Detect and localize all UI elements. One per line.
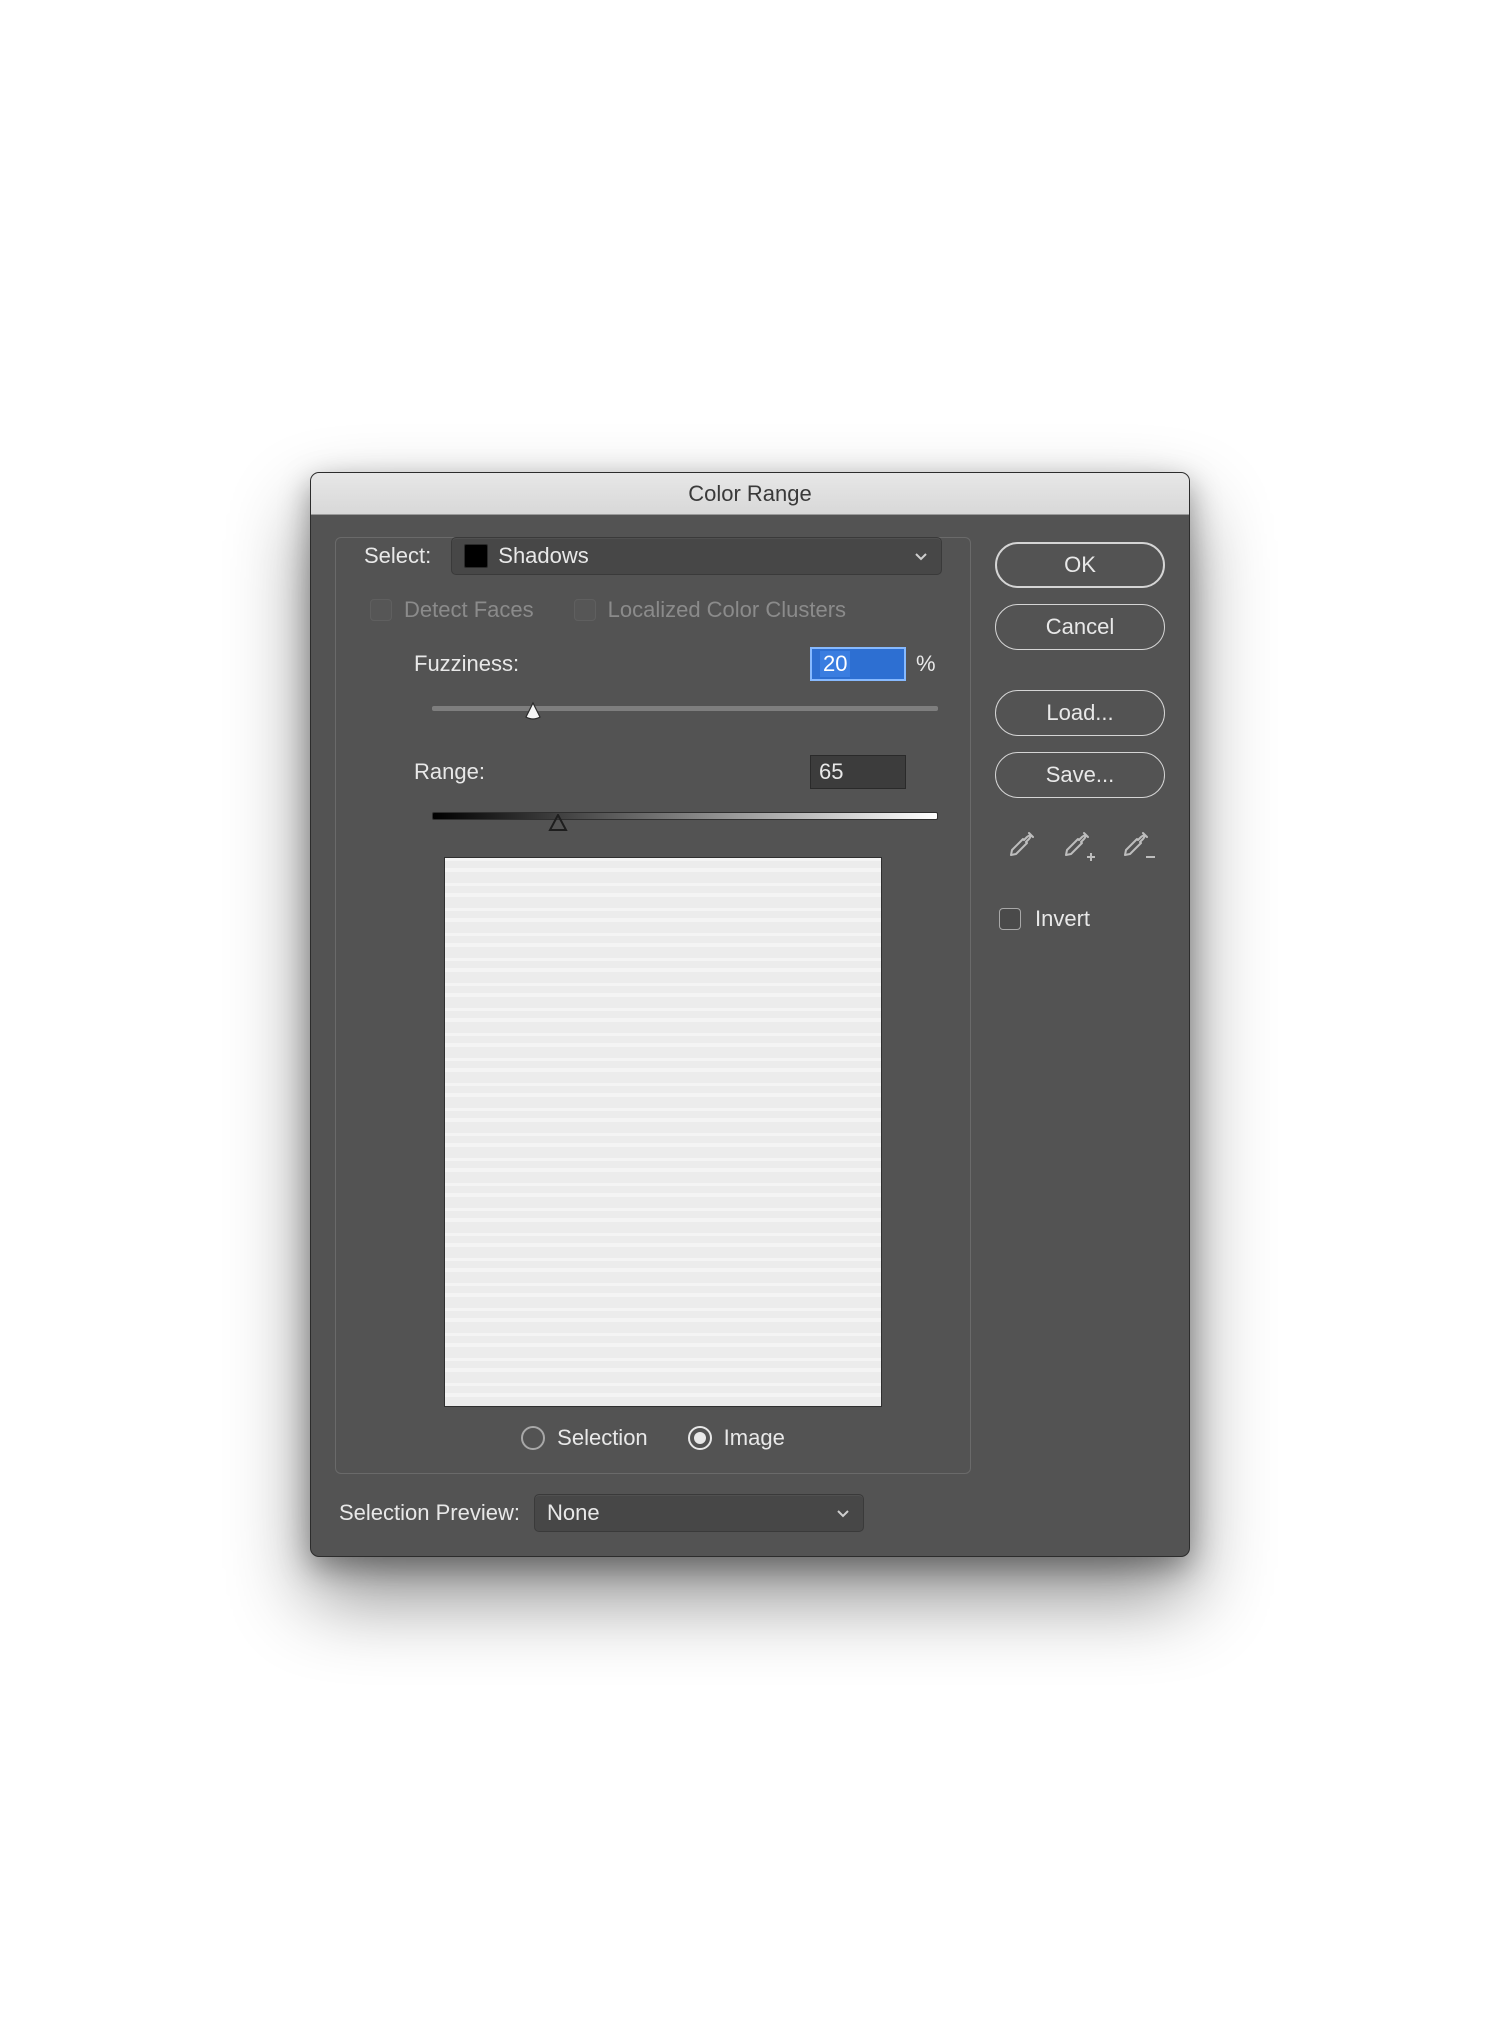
load-button[interactable]: Load... xyxy=(995,690,1165,736)
eyedropper-tool[interactable] xyxy=(999,826,1043,866)
range-label: Range: xyxy=(414,759,485,785)
select-swatch-icon xyxy=(464,544,488,568)
localized-clusters-checkbox: Localized Color Clusters xyxy=(574,597,846,623)
detect-faces-checkbox: Detect Faces xyxy=(370,597,534,623)
selection-preview-label: Selection Preview: xyxy=(339,1500,520,1526)
slider-thumb-icon xyxy=(548,814,568,832)
eyedropper-plus-icon xyxy=(1060,829,1100,863)
selection-preview-value: None xyxy=(547,1500,825,1526)
radio-off-icon xyxy=(521,1426,545,1450)
select-dropdown[interactable]: Shadows xyxy=(451,537,942,575)
selection-preview-dropdown[interactable]: None xyxy=(534,1494,864,1532)
invert-checkbox[interactable]: Invert xyxy=(995,906,1165,932)
ok-button[interactable]: OK xyxy=(995,542,1165,588)
image-radio[interactable]: Image xyxy=(688,1425,785,1451)
checkbox-icon xyxy=(370,599,392,621)
fuzziness-label: Fuzziness: xyxy=(414,651,519,677)
eyedropper-icon xyxy=(1004,829,1038,863)
invert-label: Invert xyxy=(1035,906,1090,932)
slider-thumb-icon xyxy=(523,701,543,721)
localized-clusters-label: Localized Color Clusters xyxy=(608,597,846,623)
checkbox-icon xyxy=(999,908,1021,930)
select-value: Shadows xyxy=(498,543,903,569)
fuzziness-input[interactable]: 20 xyxy=(810,647,906,681)
eyedropper-minus-icon xyxy=(1119,829,1159,863)
fuzziness-slider[interactable] xyxy=(432,697,938,721)
selection-radio-label: Selection xyxy=(557,1425,648,1451)
eyedropper-add-tool[interactable] xyxy=(1058,826,1102,866)
cancel-button[interactable]: Cancel xyxy=(995,604,1165,650)
selection-radio[interactable]: Selection xyxy=(521,1425,648,1451)
preview-box xyxy=(444,857,882,1407)
fuzziness-unit: % xyxy=(916,651,942,677)
radio-on-icon xyxy=(688,1426,712,1450)
eyedropper-subtract-tool[interactable] xyxy=(1117,826,1161,866)
chevron-down-icon xyxy=(835,1505,851,1521)
range-slider[interactable] xyxy=(432,805,938,829)
dialog-title: Color Range xyxy=(688,481,812,507)
titlebar: Color Range xyxy=(311,473,1189,515)
image-radio-label: Image xyxy=(724,1425,785,1451)
main-group: Select: Shadows Detect Faces xyxy=(335,537,971,1474)
color-range-dialog: Color Range Select: Shadows xyxy=(310,472,1190,1557)
range-input[interactable]: 65 xyxy=(810,755,906,789)
select-label: Select: xyxy=(364,543,431,568)
save-button[interactable]: Save... xyxy=(995,752,1165,798)
detect-faces-label: Detect Faces xyxy=(404,597,534,623)
checkbox-icon xyxy=(574,599,596,621)
chevron-down-icon xyxy=(913,548,929,564)
preview-image xyxy=(445,858,881,1406)
